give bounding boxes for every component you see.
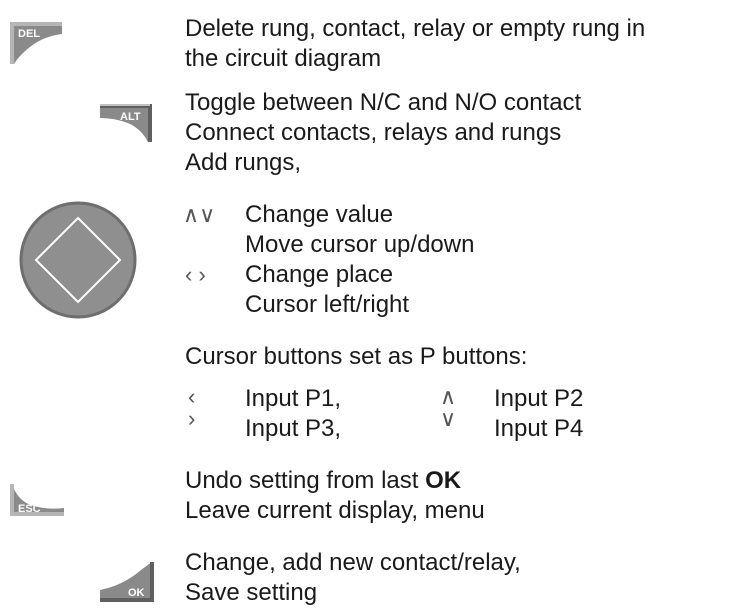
alt-key-label: ALT: [120, 111, 141, 123]
esc-key-label: ESC: [18, 503, 41, 515]
updown-arrows-icon: ∧∨: [183, 202, 216, 227]
cursor-desc-3: Change place: [245, 261, 394, 288]
p4-down-arrow-icon: ∨: [440, 406, 457, 431]
alt-desc-1: Toggle between N/C and N/O contact: [185, 89, 582, 116]
p4-label: Input P4: [494, 415, 584, 442]
del-desc-1: Delete rung, contact, relay or empty run…: [185, 15, 646, 42]
ok-key-icon: OK: [100, 562, 154, 602]
p3-right-arrow-icon: ›: [188, 406, 196, 431]
cursor-pad-icon: [19, 201, 137, 319]
leftright-arrows-icon: ‹ ›: [185, 262, 206, 287]
p-buttons-heading: Cursor buttons set as P buttons:: [185, 343, 528, 370]
esc-desc-2: Leave current display, menu: [185, 497, 485, 524]
del-desc-2: the circuit diagram: [185, 45, 382, 72]
esc-desc-1-text: Undo setting from last: [185, 467, 426, 494]
cursor-desc-2: Move cursor up/down: [245, 231, 475, 258]
cursor-desc-1: Change value: [245, 201, 394, 228]
p1-label: Input P1,: [245, 385, 342, 412]
p3-label: Input P3,: [245, 415, 342, 442]
ok-desc-1: Change, add new contact/relay,: [185, 549, 521, 576]
ok-key-label: OK: [128, 587, 145, 599]
alt-key-icon: ALT: [100, 104, 152, 142]
esc-key-icon: ESC: [10, 484, 64, 516]
ok-desc-2: Save setting: [185, 579, 318, 606]
esc-desc-1-ok: OK: [425, 467, 462, 494]
del-key-icon: DEL: [10, 22, 62, 64]
esc-desc-1: Undo setting from last OK: [185, 466, 461, 496]
alt-desc-3: Add rungs,: [185, 149, 302, 176]
p2-label: Input P2: [494, 385, 584, 412]
del-key-label: DEL: [18, 28, 40, 40]
cursor-desc-4: Cursor left/right: [245, 291, 410, 318]
alt-desc-2: Connect contacts, relays and rungs: [185, 119, 562, 146]
